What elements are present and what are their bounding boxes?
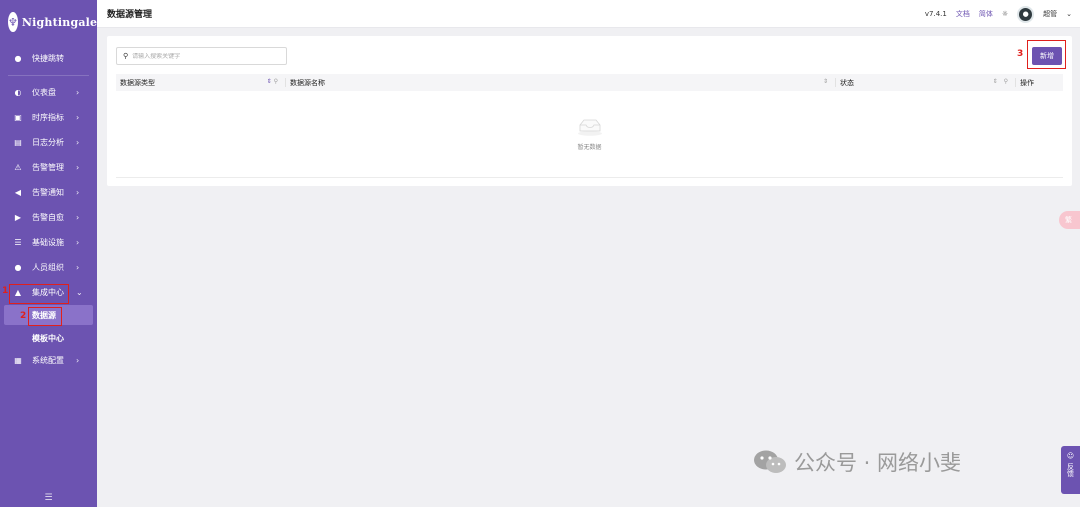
datasource-panel: ⚲ 新增 数据源类型 ⇕⚲ 数据源名称 ⇕ 状态 ⇕ ⚲ 操作 暂无数据: [107, 36, 1072, 186]
sidebar-item-label: 时序指标: [32, 113, 64, 122]
column-header-name[interactable]: 数据源名称 ⇕: [286, 74, 836, 91]
column-label: 状态: [840, 78, 854, 87]
language-switch[interactable]: 简体: [979, 9, 993, 19]
docs-link[interactable]: 文档: [956, 9, 970, 19]
annotation-number-3: 3: [1017, 49, 1024, 59]
dashboard-icon: ◐: [14, 88, 22, 97]
sidebar-item-label: 人员组织: [32, 263, 64, 272]
chevron-right-icon: ›: [76, 188, 80, 197]
chevron-right-icon: ›: [76, 163, 80, 172]
sort-filter-icon[interactable]: ⇕ ⚲: [993, 78, 1010, 85]
sidebar-item-label: 告警管理: [32, 163, 64, 172]
translate-label: 繁: [1065, 216, 1072, 224]
wechat-icon: [754, 450, 786, 473]
column-label: 操作: [1020, 78, 1034, 87]
chevron-down-icon[interactable]: ⌄: [1066, 10, 1072, 18]
theme-toggle-icon[interactable]: ☼: [1002, 10, 1008, 18]
search-input[interactable]: [132, 52, 283, 60]
page-title: 数据源管理: [107, 10, 153, 20]
chevron-right-icon: ›: [76, 263, 80, 272]
app-logo[interactable]: ♆ Nightingale: [0, 0, 97, 44]
sidebar-item-system-config[interactable]: ▦ 系统配置 ›: [0, 348, 97, 373]
line-chart-icon: ▣: [14, 113, 22, 122]
sidebar-item-label: 系统配置: [32, 356, 64, 365]
empty-text: 暂无数据: [577, 143, 602, 151]
sidebar-item-self-healing[interactable]: ▶ 告警自愈 ›: [0, 205, 97, 230]
watermark-text: 公众号 · 网络小斐: [794, 451, 962, 475]
divider: [8, 75, 89, 76]
top-header: 数据源管理 v7.4.1 文档 简体 ☼ ● 超管 ⌄: [97, 0, 1080, 28]
search-icon: ●: [14, 54, 22, 63]
header-actions: v7.4.1 文档 简体 ☼ ● 超管 ⌄: [925, 0, 1072, 28]
annotation-number-1: 1: [2, 286, 9, 296]
annotation-box-add: [1027, 40, 1066, 69]
chevron-right-icon: ›: [76, 88, 80, 97]
user-icon: ●: [14, 263, 22, 272]
chevron-right-icon: ›: [76, 213, 80, 222]
annotation-box-integration: [9, 284, 69, 304]
sort-filter-icon[interactable]: ⇕⚲: [267, 78, 280, 85]
sidebar-item-metrics[interactable]: ▣ 时序指标 ›: [0, 105, 97, 130]
sidebar-subitem-templates[interactable]: 模板中心: [0, 328, 97, 348]
version-label: v7.4.1: [924, 10, 947, 18]
column-label: 数据源类型: [120, 78, 155, 87]
nightingale-bird-icon: ♆: [8, 12, 18, 32]
column-header-type[interactable]: 数据源类型 ⇕⚲: [116, 74, 286, 91]
chevron-down-icon: ⌄: [76, 288, 83, 297]
sidebar-item-label: 告警自愈: [32, 213, 64, 222]
megaphone-icon: ◀: [14, 188, 22, 197]
grid-icon: ▦: [14, 356, 22, 365]
watermark: 公众号 · 网络小斐: [752, 447, 961, 477]
collapse-menu-icon[interactable]: ☰: [0, 493, 97, 503]
sidebar-item-alert-management[interactable]: ⚠ 告警管理 ›: [0, 155, 97, 180]
column-header-status[interactable]: 状态 ⇕ ⚲: [836, 74, 1016, 91]
chevron-right-icon: ›: [76, 356, 80, 365]
sidebar: ♆ Nightingale ● 快捷跳转 ◐ 仪表盘 › ▣ 时序指标 › ▤ …: [0, 0, 97, 507]
empty-inbox-icon: [577, 119, 602, 136]
avatar[interactable]: ●: [1017, 5, 1035, 23]
chevron-right-icon: ›: [76, 238, 80, 247]
search-box[interactable]: ⚲: [116, 47, 287, 65]
feedback-button[interactable]: ☺ 反馈: [1061, 446, 1080, 494]
username[interactable]: 超管: [1043, 9, 1057, 19]
sidebar-item-dashboard[interactable]: ◐ 仪表盘 ›: [0, 80, 97, 105]
feedback-label: 反馈: [1066, 463, 1075, 477]
sidebar-item-label: 仪表盘: [32, 88, 56, 97]
logo-text: Nightingale: [21, 15, 98, 29]
translate-float-button[interactable]: 繁: [1059, 211, 1080, 229]
alarm-icon: ⚠: [14, 163, 22, 172]
annotation-box-datasource: [28, 307, 62, 326]
sidebar-item-logs[interactable]: ▤ 日志分析 ›: [0, 130, 97, 155]
sort-icon[interactable]: ⇕: [823, 78, 830, 85]
sidebar-item-users[interactable]: ● 人员组织 ›: [0, 255, 97, 280]
column-label: 数据源名称: [290, 78, 325, 87]
server-icon: ☰: [14, 238, 22, 247]
chevron-right-icon: ›: [76, 138, 80, 147]
sidebar-item-label: 告警通知: [32, 188, 64, 197]
empty-state: 暂无数据: [116, 91, 1063, 178]
terminal-icon: ▶: [14, 213, 22, 222]
sidebar-item-infrastructure[interactable]: ☰ 基础设施 ›: [0, 230, 97, 255]
smile-icon: ☺: [1066, 452, 1075, 460]
table-header: 数据源类型 ⇕⚲ 数据源名称 ⇕ 状态 ⇕ ⚲ 操作: [116, 74, 1063, 91]
sidebar-item-label: 日志分析: [32, 138, 64, 147]
column-header-actions: 操作: [1016, 74, 1063, 91]
sidebar-item-label: 模板中心: [32, 333, 64, 343]
sidebar-item-quick-jump[interactable]: ● 快捷跳转: [0, 46, 97, 71]
chevron-right-icon: ›: [76, 113, 80, 122]
sidebar-item-label: 基础设施: [32, 238, 64, 247]
search-icon: ⚲: [123, 52, 129, 60]
sidebar-item-alert-notify[interactable]: ◀ 告警通知 ›: [0, 180, 97, 205]
sidebar-item-label: 快捷跳转: [32, 54, 64, 63]
annotation-number-2: 2: [20, 311, 27, 321]
log-icon: ▤: [14, 138, 22, 147]
